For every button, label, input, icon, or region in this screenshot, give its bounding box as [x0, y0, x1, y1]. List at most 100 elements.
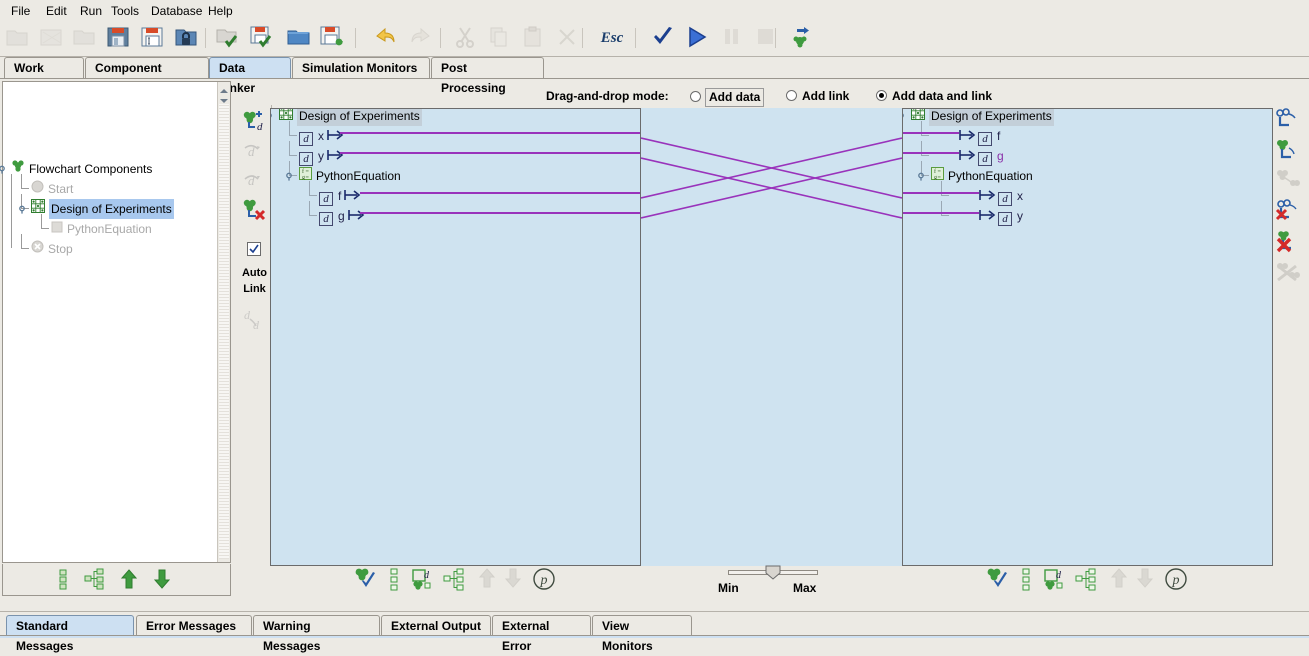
message-tab-warning-messages[interactable]: Warning Messages: [253, 615, 380, 653]
select-component-icon[interactable]: [352, 567, 380, 595]
panel-row-y[interactable]: dy: [299, 145, 344, 166]
menu-item-file[interactable]: File: [5, 3, 36, 19]
panel-row-y[interactable]: dy: [979, 205, 1023, 226]
expand-data-icon[interactable]: d: [411, 567, 439, 595]
plugin-export-icon[interactable]: [787, 24, 815, 52]
open-recent-icon[interactable]: [38, 24, 66, 52]
tree-expander[interactable]: [0, 163, 10, 174]
sidebar-item-design-of-experiments[interactable]: Design of Experiments: [31, 198, 174, 219]
tree-expander[interactable]: [903, 110, 909, 121]
panel-row-pythonequation[interactable]: f = g = PythonEquation: [299, 165, 401, 185]
add-data-icon[interactable]: d: [240, 108, 268, 136]
properties-icon[interactable]: p: [1164, 567, 1192, 595]
copy-data-icon[interactable]: d d: [240, 305, 268, 333]
panel-row-design-of-experiments[interactable]: Design of Experiments: [279, 109, 422, 126]
radio-add-data-and-link[interactable]: Add data and link: [876, 88, 992, 105]
expand-tree-icon[interactable]: [443, 567, 471, 595]
copy-icon[interactable]: [486, 24, 514, 52]
open-check-icon[interactable]: [215, 24, 243, 52]
move-up-icon[interactable]: [1109, 567, 1137, 595]
sidebar-item-flowchart-components[interactable]: Flowchart Components: [11, 158, 152, 178]
pause-icon[interactable]: [718, 24, 746, 52]
menu-item-help[interactable]: Help: [202, 3, 239, 19]
tree-expander[interactable]: [271, 110, 277, 121]
save-plugin-icon[interactable]: [319, 24, 347, 52]
panel-row-f[interactable]: df: [959, 125, 1000, 146]
expand-data-icon[interactable]: d: [1043, 567, 1071, 595]
add-data-link-icon[interactable]: [1274, 138, 1302, 166]
paste-icon[interactable]: [520, 24, 548, 52]
scroll-track[interactable]: [219, 104, 229, 559]
menu-item-edit[interactable]: Edit: [40, 3, 73, 19]
panel-row-x[interactable]: dx: [979, 185, 1023, 206]
redo-icon[interactable]: [407, 24, 435, 52]
remove-data-icon[interactable]: [240, 197, 268, 225]
panel-row-g[interactable]: dg: [319, 205, 365, 226]
tab-post-processing[interactable]: Post Processing: [431, 57, 544, 95]
expand-tree-icon[interactable]: [1075, 567, 1103, 595]
panel-row-pythonequation[interactable]: f = g = PythonEquation: [931, 165, 1033, 185]
cut-icon[interactable]: [452, 24, 480, 52]
message-tab-view-monitors[interactable]: View Monitors: [592, 615, 692, 653]
component-list-icon[interactable]: [53, 568, 75, 593]
move-up-icon[interactable]: [119, 568, 139, 593]
move-down-icon[interactable]: [503, 567, 531, 595]
sidebar-item-start[interactable]: Start: [31, 178, 73, 198]
tree-expander[interactable]: [286, 170, 297, 181]
save-check-icon[interactable]: [249, 24, 277, 52]
lock-folder-icon[interactable]: [173, 24, 201, 52]
link-data-right-icon[interactable]: d: [240, 168, 268, 196]
radio-add-link[interactable]: Add link: [786, 88, 849, 105]
panel-row-x[interactable]: dx: [299, 125, 344, 146]
tab-work-flow[interactable]: Work Flow: [4, 57, 84, 95]
link-data-left-icon[interactable]: d: [240, 139, 268, 167]
tree-expander[interactable]: [19, 203, 30, 214]
add-link-icon[interactable]: [1274, 107, 1302, 135]
remove-link-icon[interactable]: [1274, 199, 1302, 227]
edit-link-icon[interactable]: [1274, 167, 1302, 195]
save-as-icon[interactable]: [139, 24, 167, 52]
message-tab-error-messages[interactable]: Error Messages: [136, 615, 252, 636]
radio-add-data[interactable]: Add data: [690, 88, 765, 107]
tab-component-editor[interactable]: Component Editor: [85, 57, 209, 95]
sidebar-item-pythonequation[interactable]: PythonEquation: [51, 218, 152, 238]
panel-row-f[interactable]: df: [319, 185, 361, 206]
tab-simulation-monitors[interactable]: Simulation Monitors: [292, 57, 430, 78]
save-icon[interactable]: [105, 24, 133, 52]
panel-row-g[interactable]: dg: [959, 145, 1004, 166]
validate-check-icon[interactable]: [650, 24, 678, 52]
move-down-icon[interactable]: [1135, 567, 1163, 595]
message-tab-external-error[interactable]: External Error: [492, 615, 591, 653]
sidebar-scrollbar[interactable]: [217, 82, 230, 562]
panel-row-design-of-experiments[interactable]: Design of Experiments: [911, 109, 1054, 126]
tab-data-linker[interactable]: Data Linker: [209, 57, 291, 95]
menu-item-tools[interactable]: Tools: [105, 3, 145, 19]
tree-expander[interactable]: [918, 170, 929, 181]
message-tab-external-output[interactable]: External Output: [381, 615, 491, 636]
escape-icon[interactable]: Esc: [596, 24, 624, 52]
flowchart-components-tree[interactable]: Flowchart Components Start Design of Expe…: [0, 81, 231, 563]
open-folder-icon[interactable]: [71, 24, 99, 52]
remove-data-link-icon[interactable]: [1274, 229, 1302, 257]
slider-thumb[interactable]: [765, 565, 781, 580]
scroll-down-arrow[interactable]: [219, 94, 229, 104]
clear-links-icon[interactable]: [1274, 260, 1302, 288]
menu-item-database[interactable]: Database: [145, 3, 208, 19]
auto-link-checkbox[interactable]: [247, 242, 261, 256]
move-down-icon[interactable]: [152, 568, 172, 593]
properties-icon[interactable]: p: [532, 567, 560, 595]
zoom-slider[interactable]: [728, 565, 818, 580]
menu-item-run[interactable]: Run: [74, 3, 108, 19]
move-up-icon[interactable]: [477, 567, 505, 595]
sidebar-item-stop[interactable]: Stop: [31, 238, 73, 258]
link-canvas[interactable]: [641, 108, 902, 566]
select-component-icon[interactable]: [984, 567, 1012, 595]
new-folder-icon[interactable]: [4, 24, 32, 52]
stop-icon[interactable]: [752, 24, 780, 52]
undo-icon[interactable]: [373, 24, 401, 52]
delete-icon[interactable]: [554, 24, 582, 52]
message-tab-standard-messages[interactable]: Standard Messages: [6, 615, 134, 653]
source-data-panel[interactable]: Design of Experiments d x d y f = g = PythonE…: [270, 108, 641, 566]
folder-blue-icon[interactable]: [286, 24, 314, 52]
target-data-panel[interactable]: Design of Experiments d f d g f = g = PythonE…: [902, 108, 1273, 566]
